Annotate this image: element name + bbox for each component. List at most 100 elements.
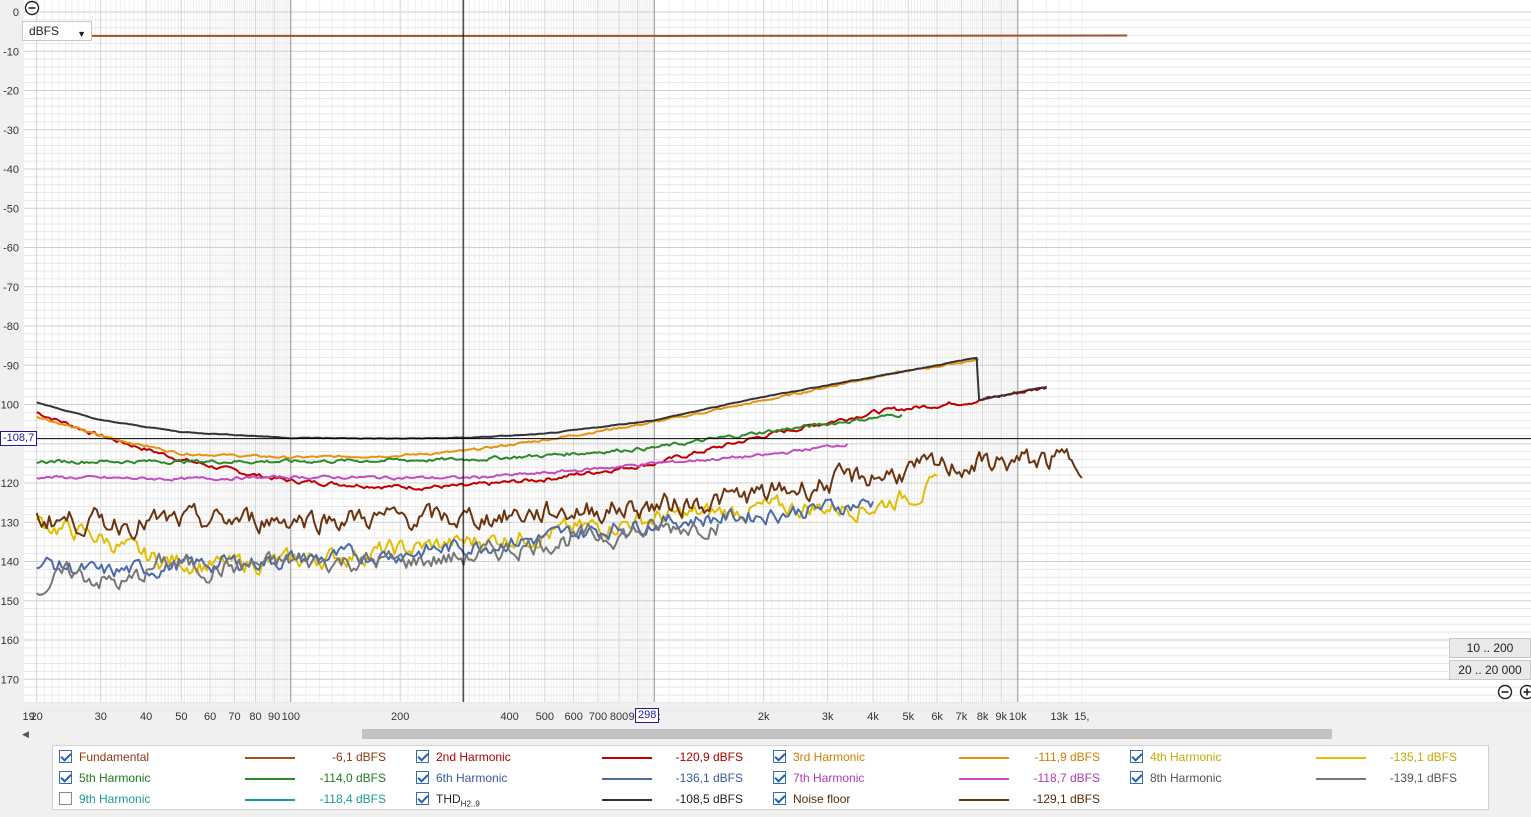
legend-swatch xyxy=(602,757,652,759)
legend-swatch xyxy=(959,778,1009,780)
legend-checkbox[interactable] xyxy=(1130,771,1143,784)
cursor-x-readout: 298 xyxy=(635,708,660,723)
x-tick-label: 600 xyxy=(564,711,582,723)
legend-checkbox[interactable] xyxy=(773,750,786,763)
legend-item[interactable]: THDH2..9 -108,5 dBFS xyxy=(416,789,766,809)
legend-swatch xyxy=(1316,778,1366,780)
range-10-200-button[interactable]: 10 .. 200 xyxy=(1449,638,1531,658)
plot-background xyxy=(24,0,1531,702)
legend-label: 4th Harmonic xyxy=(1150,750,1222,764)
legend-checkbox[interactable] xyxy=(416,771,429,784)
scroll-thumb[interactable] xyxy=(362,729,1332,739)
legend-label: 9th Harmonic xyxy=(79,792,151,806)
legend-value: -111,9 dBFS xyxy=(1034,750,1100,764)
x-tick-label: 30 xyxy=(95,711,107,723)
legend-label: Noise floor xyxy=(793,792,851,806)
x-tick-label: 4k xyxy=(867,711,879,723)
x-tick-label: 5k xyxy=(903,711,915,723)
x-tick-label: 40 xyxy=(140,711,152,723)
zoom-in-icon[interactable] xyxy=(1519,684,1531,700)
legend-value: -114,0 dBFS xyxy=(319,771,386,785)
y-tick-label: -70 xyxy=(3,282,19,294)
y-tick-label: 100 xyxy=(1,400,19,412)
legend-swatch xyxy=(245,757,295,759)
y-tick-label: -50 xyxy=(3,203,19,215)
x-tick-label: 10k xyxy=(1009,711,1027,723)
legend-swatch xyxy=(959,799,1009,801)
y-tick-label: 0 xyxy=(13,7,19,19)
scroll-left-icon[interactable]: ◀ xyxy=(22,727,29,741)
legend-value: -118,4 dBFS xyxy=(319,792,386,806)
x-tick-label: 60 xyxy=(204,711,216,723)
chevron-down-icon: ▼ xyxy=(77,29,86,39)
x-tick-label: 6k xyxy=(931,711,943,723)
legend-label: 5th Harmonic xyxy=(79,771,151,785)
legend-item[interactable]: 5th Harmonic -114,0 dBFS xyxy=(59,768,409,788)
legend-value: -139,1 dBFS xyxy=(1389,771,1457,785)
legend-checkbox[interactable] xyxy=(59,750,72,763)
x-tick-label: 200 xyxy=(391,711,409,723)
legend-item[interactable]: 4th Harmonic -135,1 dBFS xyxy=(1130,747,1480,767)
legend-checkbox[interactable] xyxy=(416,750,429,763)
y-tick-label: 120 xyxy=(1,478,19,490)
legend-item[interactable]: 3rd Harmonic -111,9 dBFS xyxy=(773,747,1123,767)
legend-value: -108,5 dBFS xyxy=(675,792,743,806)
legend-label: 6th Harmonic xyxy=(436,771,508,785)
x-tick-label: 50 xyxy=(175,711,187,723)
legend-value: -6,1 dBFS xyxy=(331,750,386,764)
range-20-20000-button[interactable]: 20 .. 20 000 xyxy=(1449,660,1531,680)
legend-label: Fundamental xyxy=(79,750,150,764)
legend-value: -129,1 dBFS xyxy=(1032,792,1100,806)
y-tick-label: -30 xyxy=(3,125,19,137)
x-tick-label: 13k xyxy=(1050,711,1068,723)
y-tick-label: 130 xyxy=(1,517,19,529)
legend-item[interactable]: 8th Harmonic -139,1 dBFS xyxy=(1130,768,1480,788)
zoom-out-icon[interactable] xyxy=(24,0,40,16)
y-tick-label: -40 xyxy=(3,164,19,176)
legend-item[interactable]: 2nd Harmonic -120,9 dBFS xyxy=(416,747,766,767)
x-tick-label: 3k xyxy=(822,711,834,723)
y-tick-label: 150 xyxy=(1,596,19,608)
legend-value: -118,7 dBFS xyxy=(1033,771,1100,785)
legend-label: 7th Harmonic xyxy=(793,771,865,785)
legend-checkbox[interactable] xyxy=(59,792,72,805)
legend-item[interactable]: 6th Harmonic -136,1 dBFS xyxy=(416,768,766,788)
legend-value: -120,9 dBFS xyxy=(675,750,743,764)
y-tick-label: 170 xyxy=(1,674,19,686)
zoom-out-icon[interactable] xyxy=(1497,684,1513,700)
legend-value: -135,1 dBFS xyxy=(1389,750,1457,764)
x-tick-label: 7k xyxy=(956,711,968,723)
legend-swatch xyxy=(959,757,1009,759)
x-tick-label: 20 xyxy=(31,711,43,723)
legend-panel: Fundamental -6,1 dBFS 2nd Harmonic -120,9 d… xyxy=(52,745,1489,810)
y-tick-label: -20 xyxy=(3,86,19,98)
x-tick-label: 80 xyxy=(249,711,261,723)
legend-item[interactable]: Fundamental -6,1 dBFS xyxy=(59,747,409,767)
legend-item[interactable]: 9th Harmonic -118,4 dBFS xyxy=(59,789,409,809)
legend-checkbox[interactable] xyxy=(416,792,429,805)
legend-item[interactable]: Noise floor -129,1 dBFS xyxy=(773,789,1123,809)
legend-label: 8th Harmonic xyxy=(1150,771,1222,785)
legend-label: 3rd Harmonic xyxy=(793,750,866,764)
legend-swatch xyxy=(602,799,652,801)
legend-checkbox[interactable] xyxy=(1130,750,1143,763)
y-tick-label: -10 xyxy=(3,46,19,58)
legend-label-subscript: H2..9 xyxy=(460,799,480,809)
x-tick-label: 700 xyxy=(589,711,607,723)
y-tick-label: -60 xyxy=(3,243,19,255)
legend-checkbox[interactable] xyxy=(773,792,786,805)
legend-item[interactable]: 7th Harmonic -118,7 dBFS xyxy=(773,768,1123,788)
legend-swatch xyxy=(245,778,295,780)
legend-checkbox[interactable] xyxy=(773,771,786,784)
unit-dropdown[interactable]: dBFS ▼ xyxy=(22,21,92,41)
x-tick-label: 9k xyxy=(995,711,1007,723)
x-tick-label: 70 xyxy=(228,711,240,723)
legend-swatch xyxy=(245,799,295,801)
x-tick-label: 400 xyxy=(500,711,518,723)
x-tick-label: 500 xyxy=(536,711,554,723)
legend-checkbox[interactable] xyxy=(59,771,72,784)
legend-swatch xyxy=(602,778,652,780)
plot-area[interactable]: 0 -10 -20 -30 -40 -50 -60 -70 -80 -90 100 120 130 140… xyxy=(0,0,1531,745)
y-tick-label: -90 xyxy=(3,360,19,372)
horizontal-scrollbar[interactable]: ◀ xyxy=(18,727,1531,741)
